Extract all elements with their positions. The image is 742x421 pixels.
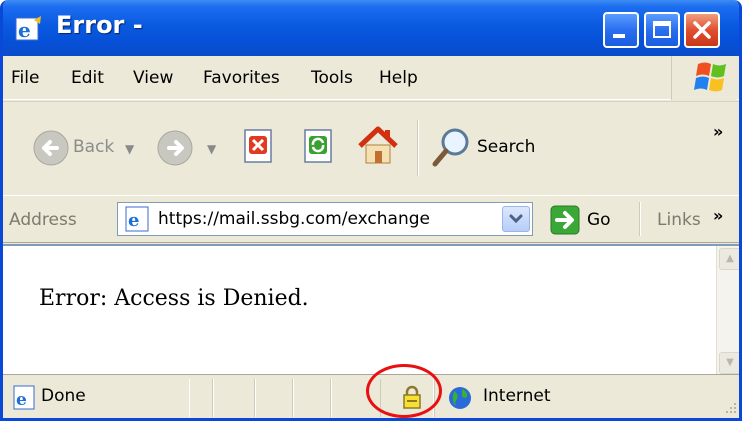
back-button[interactable]: Back (31, 126, 115, 170)
go-label[interactable]: Go (587, 210, 611, 230)
windows-logo (671, 56, 737, 100)
status-text: Done (41, 386, 86, 406)
menu-help[interactable]: Help (379, 68, 418, 88)
svg-text:e: e (128, 210, 139, 231)
menu-file[interactable]: File (11, 68, 39, 88)
status-pane (189, 379, 213, 417)
address-bar: Address e https://mail.ssbg.com/exchange… (3, 195, 739, 243)
go-arrow-icon (550, 205, 580, 235)
back-dropdown-arrow[interactable]: ▼ (125, 142, 134, 156)
links-overflow-chevron[interactable]: » (713, 206, 723, 225)
svg-text:e: e (18, 18, 31, 42)
window-title: Error - (56, 11, 143, 39)
status-pane (213, 379, 255, 417)
lock-highlight-annotation (366, 364, 442, 418)
search-icon (432, 128, 469, 167)
svg-text:e: e (16, 390, 27, 410)
title-bar[interactable]: e Error - (3, 0, 739, 56)
close-icon (693, 21, 711, 39)
internet-zone-globe-icon (449, 387, 471, 409)
search-button[interactable]: Search (429, 124, 579, 170)
stop-button[interactable] (239, 126, 279, 166)
browser-window: e Error - File Edit View Favorites Tools (0, 0, 742, 421)
minimize-button[interactable] (603, 12, 639, 48)
refresh-icon (304, 129, 332, 163)
standard-toolbar: Back ▼ ▼ Search » (3, 101, 739, 201)
chevron-down-icon (509, 214, 523, 224)
links-label[interactable]: Links (657, 210, 701, 230)
maximize-icon (653, 21, 671, 38)
vertical-scrollbar[interactable]: ▲ ▼ (716, 246, 739, 376)
windows-flag-icon (694, 62, 726, 92)
search-label: Search (477, 137, 536, 157)
close-button[interactable] (684, 12, 720, 48)
address-field[interactable]: e https://mail.ssbg.com/exchange (117, 202, 533, 236)
error-message: Error: Access is Denied. (39, 286, 309, 311)
scroll-down-arrow-icon[interactable]: ▼ (719, 352, 739, 374)
forward-dropdown-arrow[interactable]: ▼ (207, 142, 216, 156)
back-label: Back (73, 137, 115, 157)
forward-arrow-icon (157, 130, 193, 166)
home-icon (358, 126, 398, 164)
refresh-button[interactable] (299, 126, 339, 166)
address-separator (639, 202, 641, 236)
address-url: https://mail.ssbg.com/exchange (158, 209, 430, 229)
status-pane (255, 379, 293, 417)
page-content: Error: Access is Denied. ▲ ▼ (3, 244, 739, 376)
minimize-icon (613, 34, 625, 38)
status-pane (293, 379, 331, 417)
address-dropdown-button[interactable] (502, 206, 530, 232)
menu-bar: File Edit View Favorites Tools Help (3, 56, 739, 100)
resize-grip-icon[interactable] (720, 399, 738, 417)
stop-icon (244, 129, 272, 163)
toolbar-overflow-chevron[interactable]: » (713, 122, 723, 141)
toolbar-separator (417, 120, 419, 176)
menu-tools[interactable]: Tools (311, 68, 353, 88)
ie-icon: e (15, 16, 41, 42)
page-status-icon: e (13, 385, 35, 410)
go-button[interactable] (549, 204, 581, 236)
address-label: Address (9, 210, 77, 230)
forward-button[interactable] (153, 126, 197, 170)
zone-label: Internet (483, 386, 551, 406)
maximize-button[interactable] (644, 12, 680, 48)
page-ie-icon: e (125, 206, 149, 232)
menu-view[interactable]: View (133, 68, 173, 88)
scroll-up-arrow-icon[interactable]: ▲ (719, 248, 739, 270)
back-arrow-icon (33, 130, 69, 166)
menu-favorites[interactable]: Favorites (203, 68, 280, 88)
home-button[interactable] (355, 122, 401, 168)
menu-edit[interactable]: Edit (71, 68, 104, 88)
